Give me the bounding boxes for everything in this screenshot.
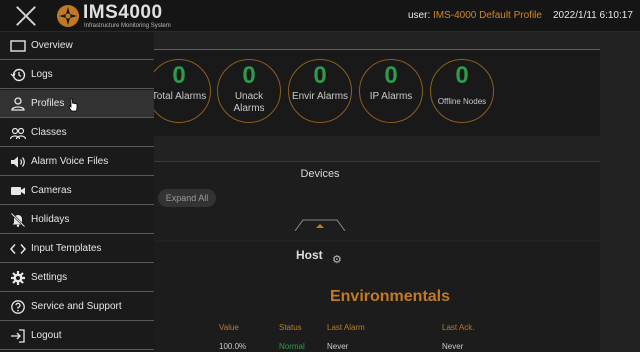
gear-icon <box>11 271 25 285</box>
alarm-unack[interactable]: 0 Unack Alarms <box>217 59 281 123</box>
menu-label: Settings <box>31 272 68 283</box>
column-header: Last Ack. <box>442 323 475 332</box>
host-title: Host <box>296 248 323 262</box>
menu-item-input-templates[interactable]: Input Templates <box>0 235 154 263</box>
overview-icon <box>10 40 26 52</box>
camera-icon <box>11 187 25 195</box>
bell-off-icon <box>10 213 26 227</box>
alarm-label: Unack Alarms <box>233 91 265 114</box>
menu-label: Logout <box>31 330 62 341</box>
alarm-count: 0 <box>172 62 186 89</box>
users-icon <box>10 127 26 140</box>
menu-item-classes[interactable]: Classes <box>0 119 154 147</box>
menu-label: Classes <box>31 127 67 138</box>
menu-item-logout[interactable]: Logout <box>0 322 154 350</box>
code-icon <box>10 244 26 254</box>
logo-mark-icon <box>57 5 79 27</box>
help-icon <box>11 300 25 314</box>
alarm-count: 0 <box>455 62 469 89</box>
logo-subtitle: Infrastructure Monitoring System <box>84 23 171 29</box>
menu-label: Overview <box>31 40 73 51</box>
menu-item-holidays[interactable]: Holidays <box>0 206 154 234</box>
user-icon <box>11 97 25 111</box>
side-menu: Overview Logs Profiles Classes Alarm Voi… <box>0 32 154 352</box>
speaker-icon <box>11 156 25 168</box>
menu-item-service-and-support[interactable]: Service and Support <box>0 293 154 321</box>
datetime: 2022/1/11 6:10:17 <box>553 10 633 21</box>
table-cell: 100.0% <box>219 342 247 351</box>
menu-label: Logs <box>31 69 53 80</box>
alarm-count: 0 <box>384 62 398 89</box>
menu-label: Profiles <box>31 98 65 109</box>
menu-item-overview[interactable]: Overview <box>0 32 154 60</box>
logo-title: IMS4000 <box>83 2 163 23</box>
collapse-tab-icon[interactable] <box>295 219 345 231</box>
menu-item-logs[interactable]: Logs <box>0 61 154 89</box>
alarm-offline[interactable]: 0 Offline Nodes <box>430 59 494 123</box>
alarm-envir[interactable]: 0 Envir Alarms <box>288 59 352 123</box>
devices-panel: Devices Expand All <box>140 161 600 240</box>
menu-item-alarm-voice-files[interactable]: Alarm Voice Files <box>0 148 154 176</box>
table-cell: Never <box>327 342 349 351</box>
column-header: Status <box>279 323 302 332</box>
history-icon <box>10 68 26 82</box>
menu-item-settings[interactable]: Settings <box>0 264 154 292</box>
environmentals-title: Environmentals <box>329 288 451 305</box>
alarm-count: 0 <box>242 62 256 89</box>
host-panel: Host ⚙ Environmentals Value Status Last … <box>140 242 600 352</box>
alarm-label: Offline Nodes <box>437 97 487 106</box>
alarm-count: 0 <box>313 62 327 89</box>
alarm-total[interactable]: 0 Total Alarms <box>147 59 211 123</box>
close-menu-icon[interactable] <box>15 5 37 27</box>
user-profile-link[interactable]: IMS-4000 Default Profile <box>433 10 542 21</box>
menu-label: Cameras <box>31 185 72 196</box>
top-bar: IMS4000 Infrastructure Monitoring System… <box>0 0 640 32</box>
menu-label: Input Templates <box>31 243 102 254</box>
host-gear-icon[interactable]: ⚙ <box>332 253 342 266</box>
table-cell: Never <box>442 342 464 351</box>
alarm-label: IP Alarms <box>369 91 413 102</box>
column-header: Last Alarm <box>327 323 365 332</box>
menu-label: Alarm Voice Files <box>31 156 109 167</box>
logout-icon <box>11 329 25 343</box>
menu-label: Service and Support <box>31 301 122 312</box>
alarm-ip[interactable]: 0 IP Alarms <box>359 59 423 123</box>
alarm-label: Total Alarms <box>151 91 207 102</box>
devices-title: Devices <box>300 168 340 180</box>
expand-all-button[interactable]: Expand All <box>158 189 216 207</box>
user-info: user: IMS-4000 Default Profile <box>408 10 542 21</box>
mouse-pointer-icon <box>68 98 78 112</box>
column-header: Value <box>219 323 239 332</box>
menu-label: Holidays <box>31 214 70 225</box>
alarm-summary: 0 Total Alarms 0 Unack Alarms 0 Envir Al… <box>140 49 600 136</box>
user-label: user: <box>408 10 431 21</box>
alarm-label: Envir Alarms <box>291 91 349 102</box>
menu-item-cameras[interactable]: Cameras <box>0 177 154 205</box>
table-cell: Normal <box>279 342 305 351</box>
